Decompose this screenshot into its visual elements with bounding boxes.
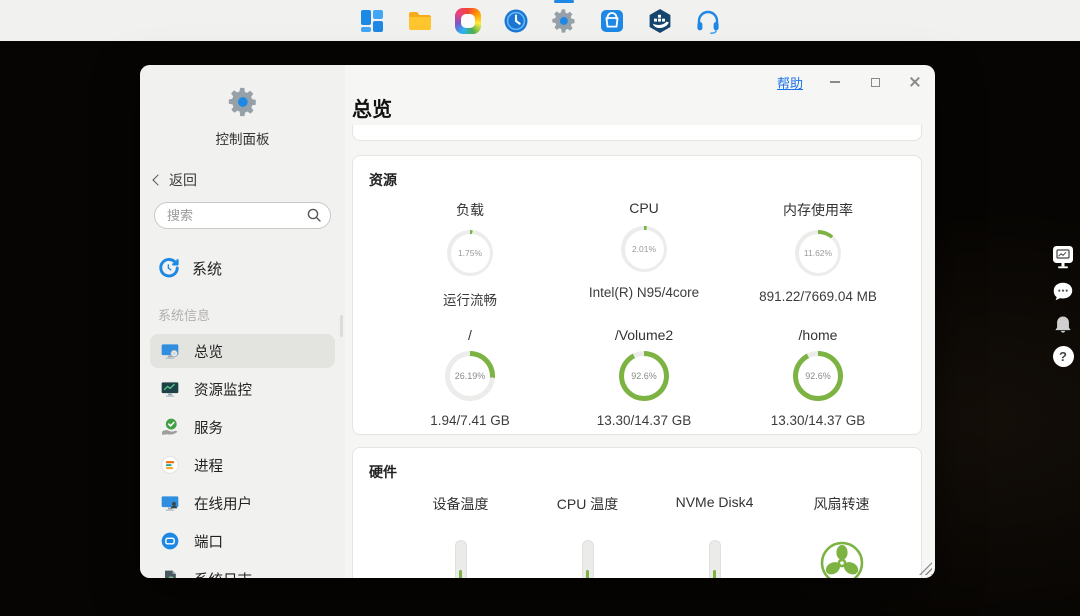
sidebar: 控制面板 返回 系统 系统信息 总览 资源监控 [140,65,345,578]
overview-icon [160,341,180,361]
dock [0,0,1080,41]
memory-gauge: 11.62% [795,230,841,276]
content-area: 总览 资源 负载 1.75% 运行流畅 CPU 2.01% Intel [345,65,935,578]
support-headset-icon[interactable] [694,7,722,35]
thermometer-icon [455,540,467,578]
time-machine-icon[interactable] [502,7,530,35]
memory-column: 内存使用率 11.62% 891.22/7669.04 MB [731,200,905,309]
sidebar-item-resource-monitor[interactable]: 资源监控 [150,372,335,406]
chat-bubble-icon [1051,280,1075,304]
sidebar-item-system-log[interactable]: 系统日志 [150,562,335,578]
system-icon [158,257,180,279]
control-panel-window: 帮助 控制面板 返回 系统 系统信息 [140,65,935,578]
hardware-panel-title: 硬件 [369,462,905,482]
docker-icon[interactable] [646,7,674,35]
load-gauge: 1.75% [447,230,493,276]
app-store-icon[interactable] [598,7,626,35]
desktop-side-toolbar: ? [1050,244,1076,367]
control-panel-gear-icon [226,106,260,123]
root-volume-column: / 26.19% 1.94/7.41 GB [383,327,557,428]
scrolled-panel-edge [352,125,922,141]
home-volume-column: /home 92.6% 13.30/14.37 GB [731,327,905,428]
file-manager-icon[interactable] [406,7,434,35]
sidebar-list: 总览 资源监控 服务 进程 在线用户 端口 [140,334,345,578]
active-app-indicator [554,0,574,3]
maximize-button[interactable] [867,74,883,90]
hardware-panel: 硬件 设备温度 CPU 温度 NVMe Disk4 风扇转速 [352,447,922,578]
resource-monitor-icon [160,379,180,399]
feedback-chat-button[interactable] [1051,280,1075,304]
hardware-icons-row [369,540,905,578]
load-column: 负载 1.75% 运行流畅 [383,200,557,309]
help-link[interactable]: 帮助 [777,73,803,92]
question-mark-icon: ? [1053,346,1074,367]
sidebar-item-system[interactable]: 系统 [158,257,345,279]
resources-panel-title: 资源 [369,170,905,190]
help-button[interactable]: ? [1053,346,1074,367]
hardware-labels-row: 设备温度 CPU 温度 NVMe Disk4 风扇转速 [369,494,905,514]
root-volume-gauge: 26.19% [445,351,495,401]
search-icon [306,207,322,223]
resource-gauges-row: 负载 1.75% 运行流畅 CPU 2.01% Intel(R) N95/4co… [369,200,905,309]
online-users-icon [160,493,180,513]
services-icon [160,417,180,437]
app-title: 控制面板 [140,128,345,148]
chevron-left-icon [152,174,163,185]
processes-icon [160,455,180,475]
sidebar-item-processes[interactable]: 进程 [150,448,335,482]
home-volume-gauge: 92.6% [793,351,843,401]
thermometer-icon [709,540,721,578]
sidebar-scrollbar-thumb[interactable] [340,315,343,337]
search-input[interactable] [154,202,331,229]
control-panel-icon[interactable] [550,7,578,35]
ports-icon [160,531,180,551]
back-button[interactable]: 返回 [154,170,345,190]
app-header: 控制面板 [140,65,345,148]
sidebar-item-online-users[interactable]: 在线用户 [150,486,335,520]
cpu-column: CPU 2.01% Intel(R) N95/4core [557,200,731,309]
app-launcher-icon[interactable] [358,7,386,35]
volume2-gauge: 92.6% [619,351,669,401]
search-box [154,202,331,229]
sidebar-item-overview[interactable]: 总览 [150,334,335,368]
photos-icon[interactable] [454,7,482,35]
resources-panel: 资源 负载 1.75% 运行流畅 CPU 2.01% Intel(R) N95/… [352,155,922,435]
disk-gauges-row: / 26.19% 1.94/7.41 GB /Volume2 92.6% 13.… [369,327,905,428]
page-title: 总览 [352,93,922,121]
system-log-icon [160,569,180,578]
window-controls: 帮助 [777,71,923,93]
remote-display-button[interactable] [1050,244,1076,270]
cpu-gauge: 2.01% [621,226,667,272]
thermometer-icon [582,540,594,578]
minimize-button[interactable] [827,74,843,90]
sidebar-item-services[interactable]: 服务 [150,410,335,444]
volume2-column: /Volume2 92.6% 13.30/14.37 GB [557,327,731,428]
close-button[interactable] [907,74,923,90]
bell-icon [1052,314,1074,336]
fan-icon [819,540,865,578]
sidebar-section-title: 系统信息 [158,305,345,324]
sidebar-item-ports[interactable]: 端口 [150,524,335,558]
notifications-button[interactable] [1052,314,1074,336]
remote-display-icon [1050,244,1076,270]
